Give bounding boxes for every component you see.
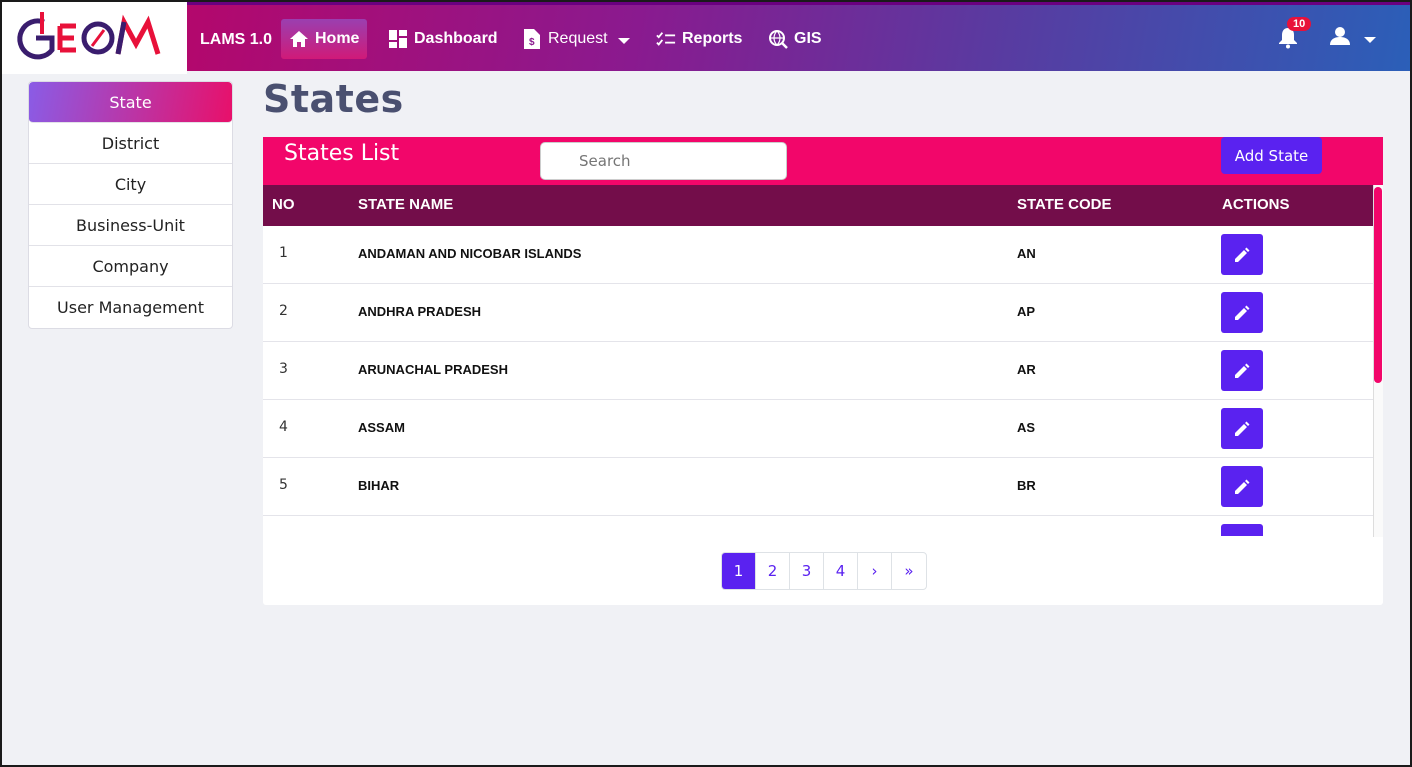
state-name: ANDAMAN AND NICOBAR ISLANDS — [358, 246, 582, 261]
sidebar-item-business-unit[interactable]: Business-Unit — [29, 205, 232, 246]
nav-dashboard-label: Dashboard — [414, 30, 498, 47]
table-header: NO STATE NAME STATE CODE ACTIONS — [263, 185, 1373, 226]
state-name: ANDHRA PRADESH — [358, 304, 482, 319]
user-icon — [1330, 27, 1350, 49]
state-code: AS — [1017, 420, 1036, 435]
geom-logo[interactable] — [2, 2, 187, 74]
nav-home[interactable]: Home — [281, 19, 368, 59]
row-number: 1 — [279, 245, 288, 261]
table-row: 4 ASSAM AS — [263, 400, 1373, 458]
globe-search-icon — [768, 29, 788, 49]
sidebar-item-district[interactable]: District — [29, 123, 232, 164]
chevron-down-icon — [617, 37, 630, 44]
pencil-icon — [1235, 247, 1250, 262]
card-header: States List Add State — [263, 137, 1383, 185]
chevron-down-icon — [1364, 36, 1376, 43]
row-number: 3 — [279, 361, 288, 377]
table-row: 5 BIHAR BR — [263, 458, 1373, 516]
nav-request-dropdown[interactable]: $ Request — [514, 19, 638, 59]
search-input[interactable] — [540, 142, 787, 180]
next-page-button[interactable]: › — [858, 553, 892, 589]
table-row: 1 ANDAMAN AND NICOBAR ISLANDS AN — [263, 226, 1373, 284]
sidebar-item-city[interactable]: City — [29, 164, 232, 205]
nav-gis[interactable]: GIS — [760, 19, 830, 59]
pencil-icon — [1233, 536, 1251, 537]
nav-reports[interactable]: Reports — [648, 19, 750, 59]
home-icon — [289, 29, 309, 49]
edit-button[interactable] — [1221, 524, 1263, 536]
page-title: States — [263, 77, 404, 121]
nav-home-label: Home — [315, 30, 360, 47]
add-state-button[interactable]: Add State — [1221, 137, 1322, 174]
edit-button[interactable] — [1221, 466, 1263, 507]
column-header-state-code[interactable]: STATE CODE — [1017, 196, 1111, 213]
table-scrollbar-thumb[interactable] — [1374, 187, 1382, 383]
edit-button[interactable] — [1221, 292, 1263, 333]
row-number: 4 — [279, 419, 288, 435]
pencil-icon — [1235, 421, 1250, 436]
page-4-button[interactable]: 4 — [824, 553, 858, 589]
page-2-button[interactable]: 2 — [756, 553, 790, 589]
sidebar-item-company[interactable]: Company — [29, 246, 232, 287]
nav-dashboard[interactable]: Dashboard — [380, 19, 506, 59]
state-code: AN — [1017, 246, 1036, 261]
column-header-state-name[interactable]: STATE NAME — [358, 196, 453, 213]
card-title: States List — [284, 141, 400, 166]
page-1-button[interactable]: 1 — [722, 553, 756, 589]
page-3-button[interactable]: 3 — [790, 553, 824, 589]
state-code: AP — [1017, 304, 1036, 319]
state-name: ASSAM — [358, 420, 405, 435]
pagination: 1 2 3 4 › » — [721, 552, 927, 590]
state-name: ARUNACHAL PRADESH — [358, 362, 508, 377]
table-body[interactable]: 1 ANDAMAN AND NICOBAR ISLANDS AN 2 ANDHR… — [263, 226, 1373, 536]
sidebar-item-state[interactable]: State — [29, 82, 232, 123]
last-page-button[interactable]: » — [892, 553, 926, 589]
nav-gis-label: GIS — [794, 30, 822, 47]
edit-button[interactable] — [1221, 350, 1263, 391]
state-code: BR — [1017, 478, 1036, 493]
edit-button[interactable] — [1221, 234, 1263, 275]
column-header-no[interactable]: NO — [272, 196, 295, 213]
nav-request-label: Request — [548, 30, 608, 47]
table-row: 3 ARUNACHAL PRADESH AR — [263, 342, 1373, 400]
table-row: 2 ANDHRA PRADESH AP — [263, 284, 1373, 342]
nav-reports-label: Reports — [682, 30, 743, 47]
pencil-icon — [1235, 305, 1250, 320]
user-menu[interactable] — [1330, 27, 1376, 49]
top-navbar: LAMS 1.0 Home Dashboard $ Request Report… — [2, 2, 1410, 74]
row-number: 2 — [279, 303, 288, 319]
notification-badge: 10 — [1287, 17, 1312, 31]
column-header-actions: ACTIONS — [1222, 196, 1290, 213]
checklist-icon — [656, 29, 676, 49]
pencil-icon — [1235, 479, 1250, 494]
app-brand[interactable]: LAMS 1.0 — [200, 31, 272, 49]
document-icon: $ — [522, 29, 542, 49]
sidebar-item-user-management[interactable]: User Management — [29, 287, 232, 328]
edit-button[interactable] — [1221, 408, 1263, 449]
states-card: States List Add State NO STATE NAME STAT… — [263, 137, 1383, 605]
pencil-icon — [1235, 363, 1250, 378]
row-number: 5 — [279, 477, 288, 493]
table-row — [263, 516, 1373, 536]
dashboard-icon — [388, 29, 408, 49]
svg-text:$: $ — [529, 37, 535, 48]
state-code: AR — [1017, 362, 1036, 377]
state-name: BIHAR — [358, 478, 400, 493]
sidebar: State District City Business-Unit Compan… — [28, 81, 233, 329]
